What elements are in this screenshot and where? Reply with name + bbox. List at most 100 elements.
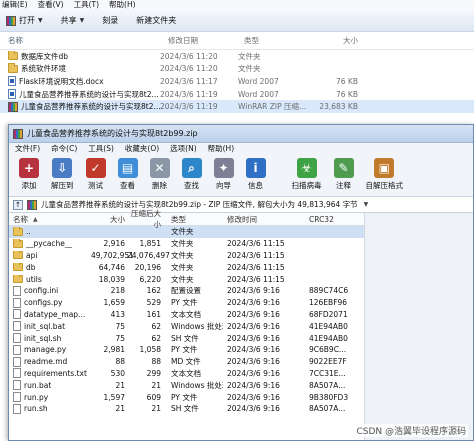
list-item[interactable]: 儿童食品营养推荐系统的设计与实现8t2... 2024/3/6 11:19 Wi… — [0, 100, 474, 113]
toolbar-button-delete[interactable]: ✕ 删除 — [149, 158, 170, 191]
modified-time: 2024/3/6 9:16 — [227, 345, 280, 355]
column-type[interactable]: 类型 — [165, 214, 223, 225]
list-item[interactable]: 数据库文件db 2024/3/6 11:20 文件夹 — [0, 50, 474, 63]
file-size: 2,916 — [103, 239, 125, 249]
file-icon — [13, 368, 21, 379]
toolbar-button-info[interactable]: i 信息 — [245, 158, 266, 191]
modified-time: 2024/3/6 11:15 — [227, 274, 285, 284]
file-icon — [13, 285, 21, 296]
column-date[interactable]: 修改日期 — [160, 35, 236, 46]
toolbar-button-find[interactable]: ⌕ 查找 — [181, 158, 202, 191]
table-row[interactable]: requirements.txt 530 299 文本文档 2024/3/6 9:16 7… — [9, 368, 364, 380]
menu-help[interactable]: 帮助(H) — [109, 0, 136, 10]
explorer-window: 编辑(E) 查看(V) 工具(T) 帮助(H) 打开 ▼ 共享 ▼ 刻录 新建文… — [0, 0, 474, 124]
toolbar-button-scan-virus[interactable]: ☣ 扫描病毒 — [292, 158, 322, 191]
chevron-down-icon[interactable]: ▼ — [364, 201, 369, 208]
table-row[interactable]: config.ini 218 162 配置设置 2024/3/6 9:16 889C74C… — [9, 285, 364, 297]
toolbar-button-view[interactable]: ▤ 查看 — [117, 158, 138, 191]
archive-rows: .. 文件夹 __pycache__ 2,916 1,851 文件夹 2024/3/6 11… — [9, 226, 364, 415]
file-name: __pycache__ — [26, 239, 73, 249]
explorer-toolbar: 打开 ▼ 共享 ▼ 刻录 新建文件夹 — [0, 10, 474, 32]
menu-favorites[interactable]: 收藏夹(O) — [125, 143, 159, 155]
crc32: 68FD2071 — [309, 309, 348, 319]
winrar-titlebar[interactable]: 儿童食品营养推荐系统的设计与实现8t2b99.zip — [9, 125, 473, 143]
column-name[interactable]: 名称 ▲ — [9, 214, 91, 225]
list-item[interactable]: 儿童食品营养推荐系统的设计与实现8t2... 2024/3/6 11:19 Wo… — [0, 88, 474, 101]
table-row[interactable]: utils 18,039 6,220 文件夹 2024/3/6 11:15 — [9, 273, 364, 285]
toolbar-button-extract-to[interactable]: ⇩ 解压到 — [51, 158, 74, 191]
table-row[interactable]: db 64,746 20,196 文件夹 2024/3/6 11:15 — [9, 261, 364, 273]
file-name: datatype_map... — [24, 309, 86, 319]
modified-time: 2024/3/6 9:16 — [227, 392, 280, 402]
comment-icon: ✎ — [333, 158, 354, 178]
file-icon — [13, 321, 21, 332]
modified-time: 2024/3/6 9:16 — [227, 298, 280, 308]
table-row[interactable]: configs.py 1,659 529 PY 文件 2024/3/6 9:16 126E… — [9, 297, 364, 309]
menu-tools[interactable]: 工具(S) — [88, 143, 114, 155]
word-doc-icon — [8, 76, 16, 87]
column-type[interactable]: 类型 — [236, 35, 306, 46]
table-row[interactable]: readme.md 88 88 MD 文件 2024/3/6 9:16 9022EE7F — [9, 356, 364, 368]
menu-commands[interactable]: 命令(C) — [51, 143, 77, 155]
menu-file[interactable]: 文件(F) — [15, 143, 40, 155]
window-title: 儿童食品营养推荐系统的设计与实现8t2b99.zip — [27, 129, 198, 138]
file-type: 文件夹 — [171, 227, 194, 237]
column-size[interactable]: 大小 — [306, 35, 358, 46]
toolbar-label: 解压到 — [51, 181, 74, 190]
table-row[interactable]: __pycache__ 2,916 1,851 文件夹 2024/3/6 11:15 — [9, 238, 364, 250]
table-row[interactable]: init_sql.sh 75 62 SH 文件 2024/3/6 9:16 41E94AB… — [9, 332, 364, 344]
rar-archive-icon — [8, 101, 18, 112]
file-type: 文件夹 — [171, 250, 194, 260]
file-size: 75 — [115, 333, 125, 343]
file-name: manage.py — [24, 345, 67, 355]
menu-view[interactable]: 查看(V) — [38, 0, 64, 10]
folder-icon — [13, 262, 23, 272]
delete-icon: ✕ — [149, 158, 170, 178]
list-item[interactable]: Flask环境说明文档.docx 2024/3/6 11:17 Word 200… — [0, 75, 474, 88]
toolbar-label: 自解压格式 — [365, 181, 404, 190]
table-row[interactable]: run.sh 21 21 SH 文件 2024/3/6 9:16 8A507A... — [9, 403, 364, 415]
toolbar-button-test[interactable]: ✓ 测试 — [85, 158, 106, 191]
menu-tools[interactable]: 工具(T) — [74, 0, 99, 10]
open-button[interactable]: 打开 ▼ — [6, 15, 43, 26]
list-item[interactable]: 系统软件环境 2024/3/6 11:20 文件夹 — [0, 63, 474, 76]
table-row[interactable]: .. 文件夹 — [9, 226, 364, 238]
file-type: 文件夹 — [171, 262, 194, 272]
menu-options[interactable]: 选项(N) — [170, 143, 196, 155]
packed-size: 161 — [146, 309, 161, 319]
archive-column-header: 名称 ▲ 大小 压缩后大小 类型 修改时间 CRC32 — [9, 209, 364, 229]
table-row[interactable]: manage.py 2,981 1,058 PY 文件 2024/3/6 9:16 9C6… — [9, 344, 364, 356]
column-size[interactable]: 大小 — [91, 214, 127, 225]
table-row[interactable]: run.py 1,597 609 PY 文件 2024/3/6 9:16 9B380FD3 — [9, 391, 364, 403]
folder-icon — [8, 50, 18, 61]
column-modified[interactable]: 修改时间 — [223, 214, 305, 225]
modified-time: 2024/3/6 9:16 — [227, 321, 280, 331]
table-row[interactable]: api 49,702,951 24,076,497 文件夹 2024/3/6 11:15 — [9, 250, 364, 262]
toolbar-button-add-books[interactable]: + 添加 — [19, 158, 39, 191]
file-type: 文本文档 — [171, 309, 201, 319]
winrar-logo-icon — [13, 128, 23, 139]
menu-help[interactable]: 帮助(H) — [208, 143, 235, 155]
crc32: 8A507A... — [309, 404, 346, 414]
column-packed[interactable]: 压缩后大小 — [127, 208, 165, 230]
toolbar-label: 注释 — [336, 181, 351, 190]
up-folder-icon[interactable]: ↑ — [13, 199, 23, 210]
new-folder-button[interactable]: 新建文件夹 — [136, 15, 176, 26]
table-row[interactable]: datatype_map... 413 161 文本文档 2024/3/6 9:16 68… — [9, 309, 364, 321]
modified-time: 2024/3/6 9:16 — [227, 368, 280, 378]
find-icon: ⌕ — [181, 158, 202, 178]
menu-edit[interactable]: 编辑(E) — [2, 0, 28, 10]
column-crc[interactable]: CRC32 — [305, 215, 361, 224]
file-type: SH 文件 — [171, 333, 199, 343]
packed-size: 62 — [151, 321, 161, 331]
table-row[interactable]: run.bat 21 21 Windows 批处理... 2024/3/6 9:16 8A… — [9, 379, 364, 391]
explorer-column-header: 名称 修改日期 类型 大小 — [0, 32, 474, 50]
modified-time: 2024/3/6 11:15 — [227, 262, 285, 272]
column-name[interactable]: 名称 — [0, 35, 160, 46]
burn-button[interactable]: 刻录 — [102, 15, 118, 26]
toolbar-button-sfx[interactable]: ▣ 自解压格式 — [365, 158, 404, 191]
toolbar-button-comment[interactable]: ✎ 注释 — [333, 158, 354, 191]
share-button[interactable]: 共享 ▼ — [61, 15, 85, 26]
toolbar-button-wizard[interactable]: ✦ 向导 — [213, 158, 234, 191]
table-row[interactable]: init_sql.bat 75 62 Windows 批处理... 2024/3/6 9… — [9, 320, 364, 332]
